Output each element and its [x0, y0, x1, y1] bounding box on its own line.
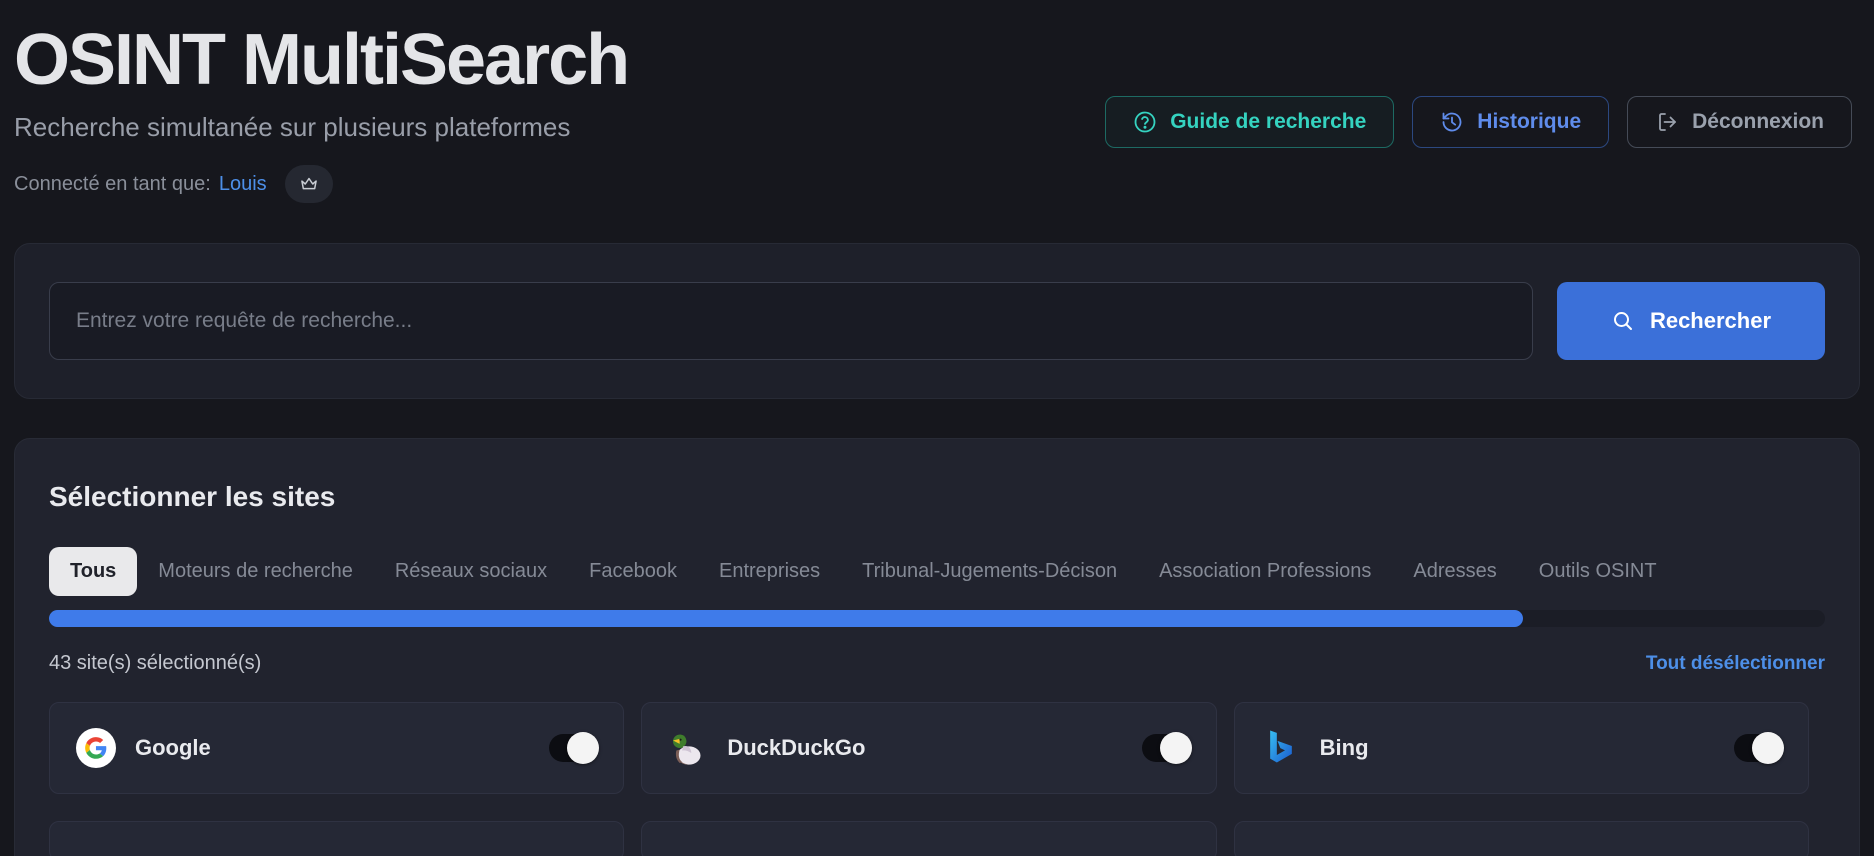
logout-button-label: Déconnexion: [1692, 110, 1824, 134]
site-card-partial: [641, 821, 1216, 856]
premium-badge[interactable]: [285, 165, 333, 203]
page-title: OSINT MultiSearch: [14, 24, 1860, 96]
sites-heading: Sélectionner les sites: [49, 481, 1825, 513]
site-card: Bing: [1234, 702, 1809, 794]
header-actions: Guide de recherche Historique Déconnexio…: [1105, 96, 1852, 148]
guide-button[interactable]: Guide de recherche: [1105, 96, 1394, 148]
category-tab[interactable]: Facebook: [568, 547, 698, 596]
site-toggle[interactable]: [1734, 734, 1782, 762]
site-card-partial: [49, 821, 624, 856]
site-cards: Google DuckDuckGo Bing: [49, 702, 1825, 794]
toggle-knob: [567, 732, 599, 764]
header: OSINT MultiSearch Recherche simultanée s…: [14, 0, 1860, 203]
logout-button[interactable]: Déconnexion: [1627, 96, 1852, 148]
site-toggle[interactable]: [1142, 734, 1190, 762]
tabs-scrollbar-track[interactable]: [49, 610, 1825, 627]
search-input[interactable]: [49, 282, 1533, 360]
category-tab[interactable]: Association Professions: [1138, 547, 1392, 596]
category-tab[interactable]: Réseaux sociaux: [374, 547, 568, 596]
google-logo: [76, 728, 116, 768]
category-tab[interactable]: Moteurs de recherche: [137, 547, 374, 596]
category-tab[interactable]: Tribunal-Jugements-Décison: [841, 547, 1138, 596]
deselect-all-link[interactable]: Tout désélectionner: [1646, 653, 1825, 675]
site-card-partial: [1234, 821, 1809, 856]
guide-button-label: Guide de recherche: [1170, 110, 1366, 134]
connected-label: Connecté en tant que:: [14, 173, 211, 196]
site-card: DuckDuckGo: [641, 702, 1216, 794]
history-button-label: Historique: [1477, 110, 1581, 134]
site-card: Google: [49, 702, 624, 794]
search-button-label: Rechercher: [1650, 308, 1771, 334]
category-tab[interactable]: Entreprises: [698, 547, 841, 596]
history-button[interactable]: Historique: [1412, 96, 1609, 148]
connected-status: Connecté en tant que: Louis: [14, 165, 1860, 203]
category-tabs: Tous Moteurs de recherche Réseaux sociau…: [49, 547, 1837, 596]
page: OSINT MultiSearch Recherche simultanée s…: [0, 0, 1874, 856]
history-icon: [1440, 110, 1464, 134]
search-button[interactable]: Rechercher: [1557, 282, 1825, 360]
search-icon: [1611, 309, 1635, 333]
bing-logo: [1261, 728, 1301, 768]
duckduckgo-logo: [668, 728, 708, 768]
category-tab[interactable]: Tous: [49, 547, 137, 596]
selection-summary: 43 site(s) sélectionné(s) Tout désélecti…: [49, 652, 1825, 675]
site-cards-next-row: [49, 821, 1825, 856]
username-link[interactable]: Louis: [219, 173, 267, 196]
tabs-scrollbar-thumb[interactable]: [49, 610, 1523, 627]
search-panel: Rechercher: [14, 243, 1860, 399]
category-tab[interactable]: Outils OSINT: [1518, 547, 1678, 596]
site-name: Google: [135, 735, 211, 761]
toggle-knob: [1752, 732, 1784, 764]
toggle-knob: [1160, 732, 1192, 764]
site-toggle[interactable]: [549, 734, 597, 762]
crown-icon: [299, 174, 319, 194]
sites-panel: Sélectionner les sites Tous Moteurs de r…: [14, 438, 1860, 856]
site-name: DuckDuckGo: [727, 735, 865, 761]
logout-icon: [1655, 110, 1679, 134]
selected-count: 43 site(s) sélectionné(s): [49, 652, 261, 675]
question-circle-icon: [1133, 110, 1157, 134]
category-tab[interactable]: Adresses: [1392, 547, 1517, 596]
site-name: Bing: [1320, 735, 1369, 761]
